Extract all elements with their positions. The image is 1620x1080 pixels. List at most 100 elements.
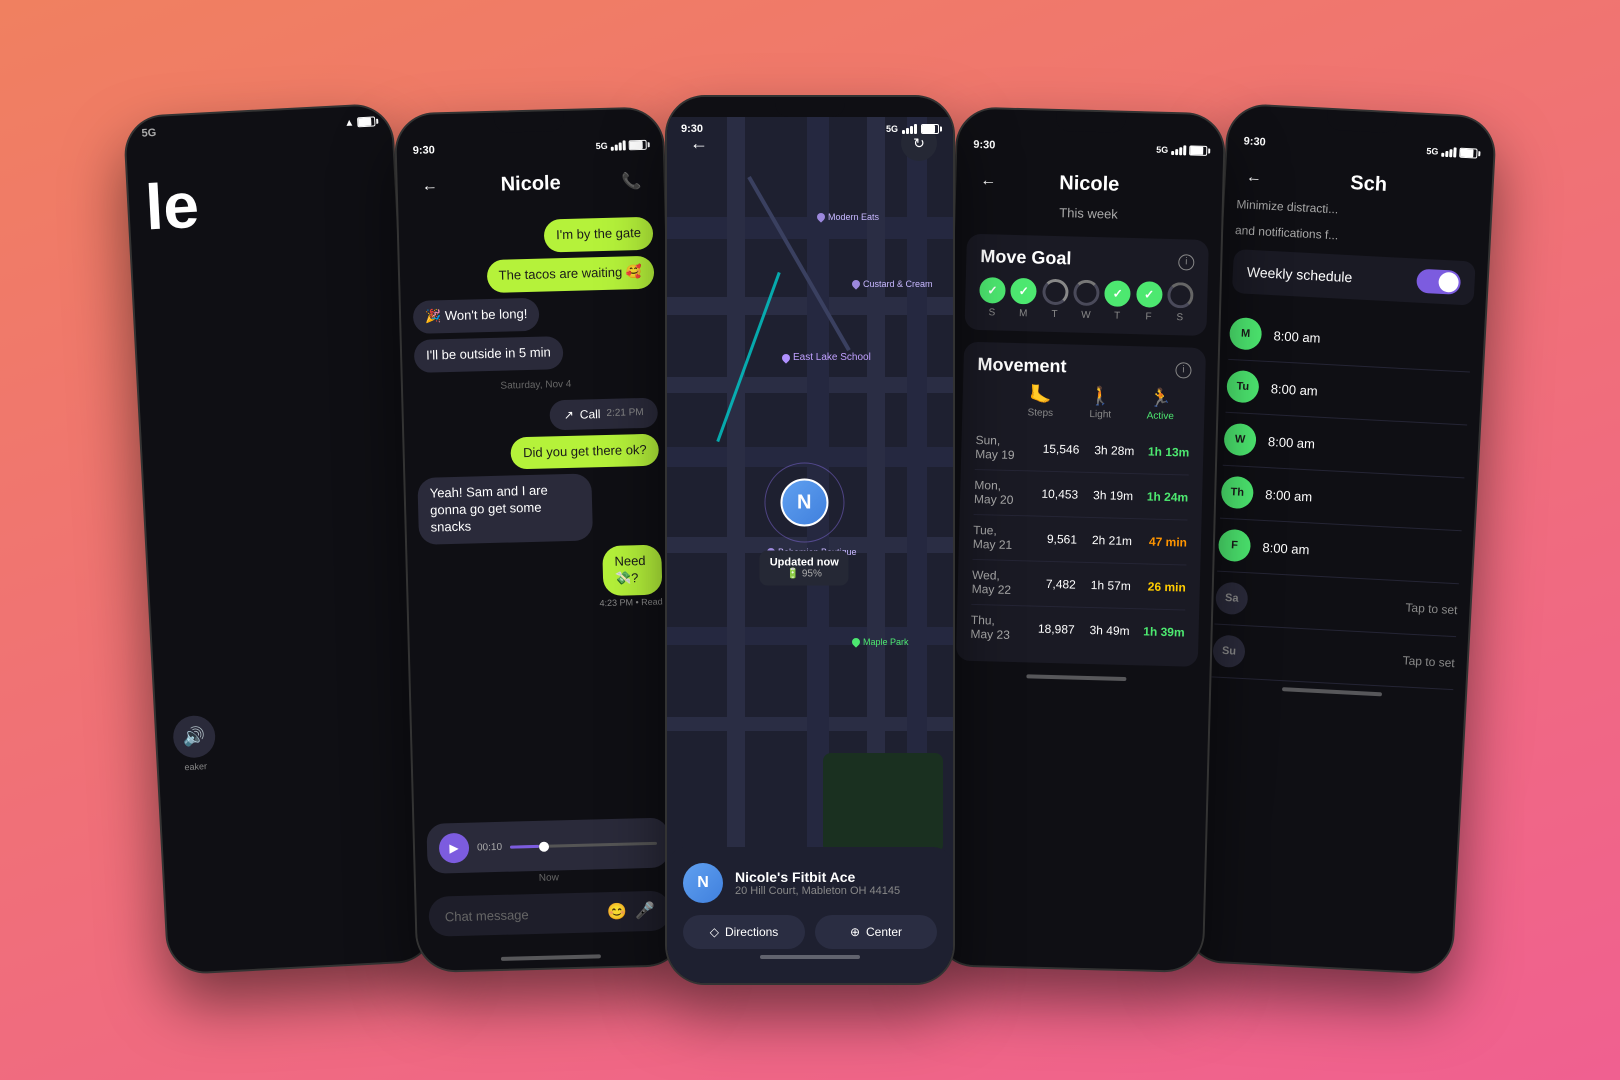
date-tue: Tue, May 21 <box>973 523 1023 552</box>
mic-icon[interactable]: 🎤 <box>635 901 655 922</box>
msg-sent-2: The tacos are waiting 🥰 <box>486 256 654 293</box>
person-address: 20 Hill Court, Mableton OH 44145 <box>735 885 900 897</box>
day-ring-s2 <box>1167 282 1194 309</box>
day-badge-sun: Su <box>1212 634 1246 668</box>
light-icon: 🚶 <box>1089 386 1112 408</box>
emoji-icon[interactable]: 😊 <box>607 902 627 923</box>
home-indicator-3 <box>760 955 860 959</box>
msg-sent-1: I'm by the gate <box>544 217 654 253</box>
stats-wed: Wed, May 22 7,482 1h 57m 26 min <box>971 560 1186 611</box>
play-button[interactable]: ▶ <box>439 833 470 864</box>
day-ring-t1 <box>1042 279 1069 306</box>
time-tue: 8:00 am <box>1270 381 1318 398</box>
time-fri: 8:00 am <box>1262 539 1310 556</box>
map-action-buttons: ◇ Directions ⊕ Center <box>683 915 937 949</box>
map-bottom-card: N Nicole's Fitbit Ace 20 Hill Court, Mab… <box>667 847 953 983</box>
notch-2 <box>494 111 564 133</box>
speaker-icon[interactable]: 🔊 <box>172 715 216 759</box>
msg-time: 4:23 PM • Read <box>599 596 662 608</box>
steps-thu: 18,987 <box>1019 621 1074 636</box>
msg-recv-3: Yeah! Sam and I are gonna go get some sn… <box>417 474 593 545</box>
stats-mon: Mon, May 20 10,453 3h 19m 1h 24m <box>974 470 1189 521</box>
schedule-day-sun: Su Tap to set <box>1212 624 1456 690</box>
schedule-content: ← Sch Minimize distracti... and notifica… <box>1200 153 1493 691</box>
light-label: Light <box>1089 409 1111 421</box>
day-label-s1: S <box>988 307 995 318</box>
back-button-2[interactable]: ← <box>413 170 446 203</box>
status-icons-5: 5G <box>1426 146 1477 159</box>
active-sun: 1h 13m <box>1134 444 1189 459</box>
day-badge-mon: M <box>1229 317 1263 351</box>
date-wed: Wed, May 22 <box>971 568 1021 597</box>
status-time-2: 9:30 <box>413 144 435 157</box>
status-icons-1: ▲ <box>344 116 375 129</box>
day-label-w: W <box>1081 310 1091 321</box>
day-badge-wed: W <box>1223 423 1257 457</box>
day-label-f: F <box>1145 311 1151 322</box>
light-sun: 3h 28m <box>1079 443 1134 458</box>
back-button-4[interactable]: ← <box>972 165 1005 198</box>
back-button-5[interactable]: ← <box>1237 161 1271 195</box>
steps-col: 🦶 Steps <box>1010 384 1071 420</box>
notch-3 <box>775 97 845 117</box>
steps-icon: 🦶 <box>1029 384 1052 406</box>
phone-1: 5G ▲ le 🔊 eaker <box>123 102 438 975</box>
msg-sent-3: Did you get there ok? <box>511 433 659 470</box>
day-label-m: M <box>1019 308 1028 319</box>
partial-text: le <box>144 163 381 239</box>
stats-tue: Tue, May 21 9,561 2h 21m 47 min <box>972 515 1187 566</box>
day-col-t1: T <box>1041 279 1068 321</box>
location-marker: N Updated now 🔋 95% <box>760 463 849 586</box>
audio-bubble: ▶ 00:10 <box>426 817 669 873</box>
center-button[interactable]: ⊕ Center <box>815 915 937 949</box>
date-sun: Sun, May 19 <box>975 433 1025 462</box>
center-icon: ⊕ <box>850 925 860 939</box>
directions-icon: ◇ <box>710 925 719 939</box>
tap-sun[interactable]: Tap to set <box>1402 653 1455 670</box>
location-avatar: N <box>780 479 828 527</box>
person-avatar: N <box>683 863 723 903</box>
tap-sat[interactable]: Tap to set <box>1405 600 1458 617</box>
light-col: 🚶 Light <box>1070 385 1131 421</box>
signal-3 <box>902 124 917 134</box>
call-button[interactable]: 📞 <box>615 165 648 198</box>
schedule-subtitle2: and notifications f... <box>1235 223 1477 250</box>
weekly-schedule-toggle[interactable] <box>1416 269 1461 295</box>
location-ring: N <box>764 463 844 543</box>
schedule-page-title: Sch <box>1277 168 1480 202</box>
active-thu: 1h 39m <box>1129 624 1184 639</box>
stats-thu: Thu, May 23 18,987 3h 49m 1h 39m <box>970 605 1185 655</box>
battery-3 <box>921 124 939 134</box>
move-goal-info-icon[interactable]: i <box>1178 254 1194 270</box>
day-badge-fri: F <box>1218 529 1252 563</box>
location-updated: Updated now <box>770 557 839 569</box>
activity-person-name: Nicole <box>1004 170 1175 197</box>
light-mon: 3h 19m <box>1078 488 1133 503</box>
time-wed: 8:00 am <box>1268 434 1316 451</box>
messages-area: I'm by the gate The tacos are waiting 🥰 … <box>398 208 680 824</box>
msg-recv-2: I'll be outside in 5 min <box>414 336 563 373</box>
day-ring-m: ✓ <box>1010 278 1037 305</box>
directions-button[interactable]: ◇ Directions <box>683 915 805 949</box>
person-info: N Nicole's Fitbit Ace 20 Hill Court, Mab… <box>683 863 937 903</box>
phone-5: 9:30 5G ← Sch Minimize dist <box>1183 102 1498 975</box>
active-icon: 🏃 <box>1149 388 1172 410</box>
days-row: ✓ S ✓ M T W ✓ <box>979 277 1194 324</box>
home-indicator-2 <box>501 954 601 961</box>
poi-maple-park: Maple Park <box>852 637 909 647</box>
notch-4 <box>1056 111 1126 133</box>
call-bubble: ↗ Call 2:21 PM <box>549 397 658 430</box>
status-time-1: 5G <box>141 127 156 140</box>
toggle-knob <box>1438 272 1459 293</box>
day-col-s2: S <box>1167 282 1194 324</box>
movement-info-icon[interactable]: i <box>1175 362 1191 378</box>
active-mon: 1h 24m <box>1133 489 1188 504</box>
steps-tue: 9,561 <box>1022 531 1077 546</box>
day-label-t2: T <box>1114 311 1120 322</box>
chat-input-bar[interactable]: Chat message 😊 🎤 <box>428 890 671 936</box>
waveform <box>510 841 657 848</box>
day-label-t1: T <box>1051 309 1057 320</box>
movement-section: Movement i 🦶 Steps 🚶 Light 🏃 Active <box>956 342 1206 667</box>
call-label: Call <box>580 407 601 422</box>
phone-3: Modern Eats Custard & Cream East Lake Sc… <box>665 95 955 985</box>
